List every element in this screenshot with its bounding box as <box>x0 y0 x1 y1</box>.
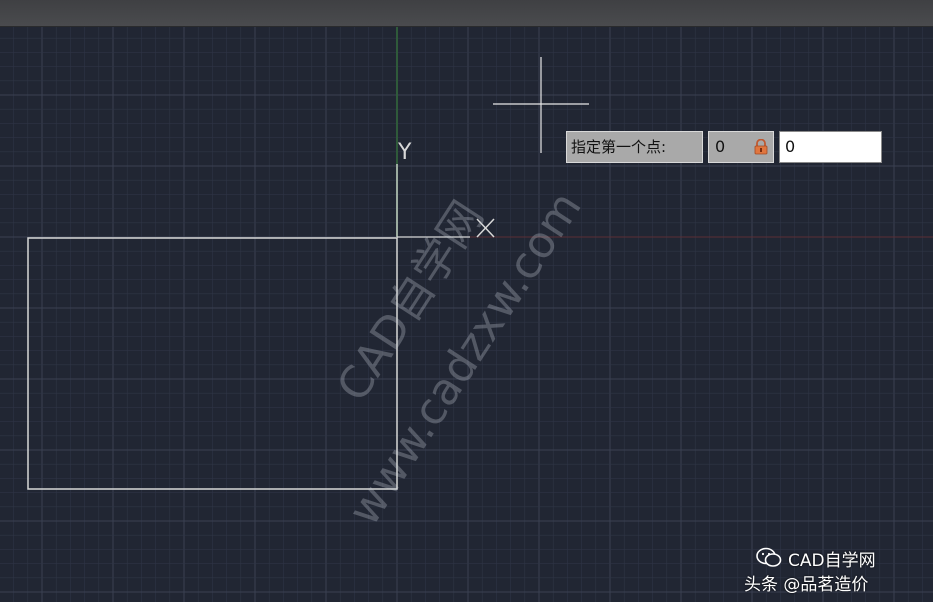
lock-icon <box>754 139 768 155</box>
x-coordinate-field[interactable]: 0 <box>708 131 774 163</box>
footer-credit: CAD自学网 头条 @品茗造价 <box>744 546 929 596</box>
x-coordinate-value: 0 <box>715 137 726 156</box>
footer-brand: CAD自学网 <box>788 551 876 571</box>
ucs-y-label: Y <box>397 140 412 165</box>
footer-source: 头条 @品茗造价 <box>744 575 869 595</box>
y-coordinate-field[interactable]: 0 <box>779 131 882 163</box>
dynamic-input-prompt: 指定第一个点: <box>566 131 703 163</box>
y-coordinate-value: 0 <box>785 137 796 156</box>
title-bar <box>0 0 933 27</box>
wechat-icon <box>756 547 782 567</box>
drawing-canvas[interactable]: Y CAD自学网 www.cadzxw.com <box>0 27 933 602</box>
